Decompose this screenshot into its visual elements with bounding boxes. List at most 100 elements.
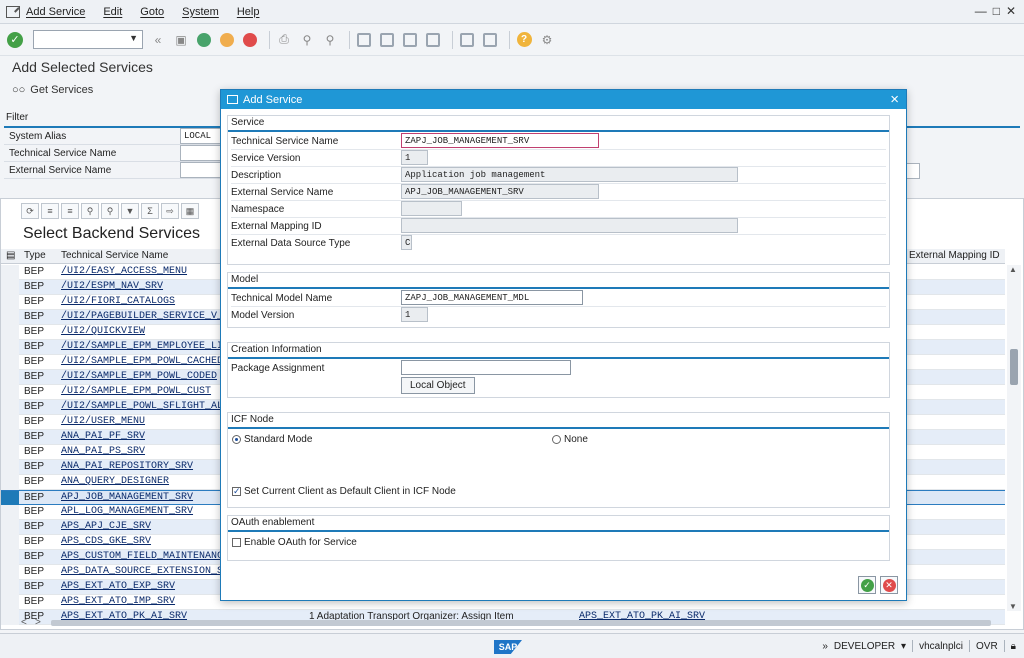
row-technical-service-name[interactable]: /UI2/USER_MENU: [61, 416, 145, 427]
row-technical-service-name[interactable]: ANA_PAI_REPOSITORY_SRV: [61, 461, 193, 472]
external-service-name-input[interactable]: [180, 162, 224, 178]
row-selector[interactable]: [1, 475, 19, 490]
row-selector[interactable]: [1, 445, 19, 460]
menu-goto[interactable]: Goto: [140, 6, 164, 18]
scroll-thumb[interactable]: [1010, 349, 1018, 385]
set-client-checkbox[interactable]: ✓ Set Current Client as Default Client i…: [232, 486, 456, 497]
row-selector[interactable]: [1, 280, 19, 295]
row-technical-service-name[interactable]: APS_DATA_SOURCE_EXTENSION_SRV: [61, 566, 235, 577]
command-field[interactable]: ▼: [33, 30, 143, 49]
row-technical-service-name[interactable]: APS_EXT_ATO_IMP_SRV: [61, 596, 175, 607]
row-selector[interactable]: [1, 385, 19, 400]
refresh-icon[interactable]: ⟳: [21, 203, 39, 219]
row-selector[interactable]: [1, 415, 19, 430]
get-services-button[interactable]: ○○ Get Services: [12, 84, 93, 96]
cancel-button[interactable]: [241, 31, 259, 49]
standard-mode-radio[interactable]: Standard Mode: [232, 434, 312, 445]
row-selector[interactable]: [1, 295, 19, 310]
scroll-track[interactable]: [51, 620, 991, 626]
row-technical-service-name[interactable]: /UI2/FIORI_CATALOGS: [61, 296, 175, 307]
row-technical-service-name[interactable]: APS_APJ_CJE_SRV: [61, 521, 151, 532]
row-technical-service-name[interactable]: APS_EXT_ATO_EXP_SRV: [61, 581, 175, 592]
sort-icon[interactable]: ≡: [61, 203, 79, 219]
system-alias-input[interactable]: LOCAL: [180, 128, 224, 144]
enable-oauth-checkbox[interactable]: Enable OAuth for Service: [232, 537, 357, 548]
technical-service-name-field[interactable]: ZAPJ_JOB_MANAGEMENT_SRV: [401, 133, 599, 148]
row-technical-service-name[interactable]: APL_LOG_MANAGEMENT_SRV: [61, 506, 193, 517]
close-window-icon[interactable]: ✕: [1006, 4, 1016, 18]
row-selector[interactable]: [1, 595, 19, 610]
row-technical-service-name[interactable]: /UI2/SAMPLE_EPM_POWL_CACHED: [61, 356, 223, 367]
row-selector[interactable]: [1, 370, 19, 385]
row-selector[interactable]: [1, 355, 19, 370]
export-icon[interactable]: ⇨: [161, 203, 179, 219]
expand-status-icon[interactable]: »: [822, 641, 828, 652]
col-type[interactable]: Type: [24, 250, 46, 261]
menu-help[interactable]: Help: [237, 6, 260, 18]
find-icon[interactable]: ⚲: [81, 203, 99, 219]
row-technical-service-name[interactable]: /UI2/SAMPLE_EPM_POWL_CUST: [61, 386, 211, 397]
row-selector[interactable]: [1, 535, 19, 550]
local-object-button[interactable]: Local Object: [401, 377, 475, 394]
row-technical-service-name[interactable]: /UI2/QUICKVIEW: [61, 326, 145, 337]
find-next-icon[interactable]: ⚲: [101, 203, 119, 219]
layout-icon[interactable]: ▦: [181, 203, 199, 219]
row-technical-service-name[interactable]: /UI2/ESPM_NAV_SRV: [61, 281, 163, 292]
scroll-down-icon[interactable]: ▼: [1009, 602, 1017, 611]
scroll-left-icon[interactable]: <: [21, 617, 27, 628]
row-technical-service-name[interactable]: ANA_PAI_PF_SRV: [61, 431, 145, 442]
row-technical-service-name[interactable]: ANA_QUERY_DESIGNER: [61, 476, 169, 487]
menu-system[interactable]: System: [182, 6, 219, 18]
row-technical-service-name[interactable]: /UI2/SAMPLE_POWL_SFLIGHT_ALL: [61, 401, 229, 412]
row-selector[interactable]: [1, 491, 19, 506]
technical-service-name-input[interactable]: [180, 145, 224, 161]
cancel-dialog-button[interactable]: ✕: [880, 576, 898, 594]
row-selector[interactable]: [1, 610, 19, 625]
row-selector[interactable]: [1, 505, 19, 520]
row-selector[interactable]: [1, 550, 19, 565]
none-radio[interactable]: None: [552, 434, 588, 445]
row-technical-service-name[interactable]: ANA_PAI_PS_SRV: [61, 446, 145, 457]
row-technical-service-name[interactable]: APS_CDS_GKE_SRV: [61, 536, 151, 547]
select-all-icon[interactable]: ▤: [6, 250, 15, 261]
row-selector[interactable]: [1, 460, 19, 475]
back-button[interactable]: [195, 31, 213, 49]
help-button[interactable]: ?: [515, 31, 533, 49]
minimize-icon[interactable]: —: [975, 4, 987, 18]
exit-button[interactable]: [218, 31, 236, 49]
row-technical-service-name[interactable]: APS_CUSTOM_FIELD_MAINTENANCE: [61, 551, 229, 562]
col-external-mapping-id[interactable]: External Mapping ID: [909, 250, 1000, 261]
settings-icon[interactable]: ⚙: [538, 31, 556, 49]
maximize-icon[interactable]: □: [993, 4, 1000, 18]
row-selector[interactable]: [1, 340, 19, 355]
row-selector[interactable]: [1, 325, 19, 340]
chevron-down-icon[interactable]: ▾: [901, 641, 906, 652]
vertical-scrollbar[interactable]: ▲ ▼: [1007, 265, 1021, 611]
scroll-right-icon[interactable]: >: [35, 617, 41, 628]
row-selector[interactable]: [1, 310, 19, 325]
align-icon[interactable]: ≡: [41, 203, 59, 219]
row-selector[interactable]: [1, 580, 19, 595]
app-menu-icon[interactable]: [6, 5, 20, 18]
row-technical-service-name[interactable]: APJ_JOB_MANAGEMENT_SRV: [61, 492, 193, 503]
row-selector[interactable]: [1, 400, 19, 415]
package-assignment-field[interactable]: [401, 360, 571, 375]
scroll-up-icon[interactable]: ▲: [1009, 265, 1017, 274]
horizontal-scrollbar[interactable]: < >: [21, 617, 1005, 629]
confirm-button[interactable]: ✓: [858, 576, 876, 594]
row-selector[interactable]: [1, 520, 19, 535]
row-selector[interactable]: [1, 565, 19, 580]
menu-add-service[interactable]: Add Service: [26, 6, 85, 18]
sum-icon[interactable]: Σ: [141, 203, 159, 219]
system-name[interactable]: DEVELOPER: [834, 641, 895, 652]
close-icon[interactable]: ×: [890, 91, 899, 108]
menu-edit[interactable]: Edit: [103, 6, 122, 18]
col-technical-service-name[interactable]: Technical Service Name: [61, 250, 168, 261]
row-technical-service-name[interactable]: /UI2/EASY_ACCESS_MENU: [61, 266, 187, 277]
filter-icon[interactable]: ▼: [121, 203, 139, 219]
row-selector[interactable]: [1, 265, 19, 280]
row-technical-service-name[interactable]: /UI2/SAMPLE_EPM_POWL_CODED: [61, 371, 217, 382]
row-technical-service-name[interactable]: /UI2/SAMPLE_EPM_EMPLOYEE_LIST: [61, 341, 235, 352]
row-selector[interactable]: [1, 430, 19, 445]
technical-model-name-field[interactable]: ZAPJ_JOB_MANAGEMENT_MDL: [401, 290, 583, 305]
